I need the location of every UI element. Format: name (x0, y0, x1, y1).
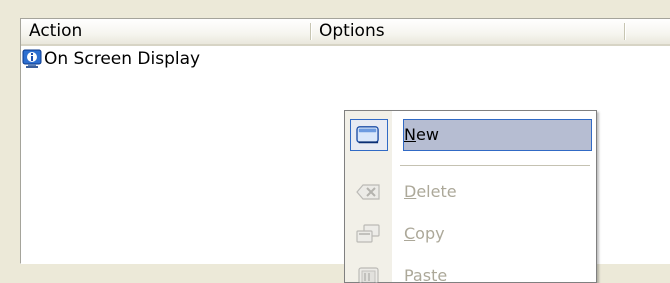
menu-item-delete[interactable]: Delete (348, 174, 593, 210)
menu-item-copy-label-rest: opy (415, 224, 445, 243)
menu-item-paste-label-rest: Paste (404, 266, 448, 283)
screen: Action Options On Screen Display New Del… (0, 0, 670, 283)
column-header-action[interactable]: Action (21, 19, 311, 44)
column-header-options-label: Options (319, 21, 385, 41)
delete-icon (356, 184, 380, 200)
menu-item-copy-accel: C (404, 224, 416, 243)
menu-item-paste-label: Paste (404, 258, 447, 283)
column-header-filler[interactable] (625, 19, 670, 44)
menu-item-new-accel: N (404, 125, 416, 144)
menu-item-paste[interactable]: Paste (348, 258, 593, 283)
column-header-action-label: Action (29, 21, 83, 41)
copy-icon (356, 224, 380, 243)
menu-item-copy-label: Copy (404, 216, 445, 252)
paste-icon (358, 267, 379, 283)
list-item-label: On Screen Display (44, 49, 201, 69)
column-header-options[interactable]: Options (311, 19, 625, 44)
menu-item-delete-label-rest: elete (416, 182, 457, 201)
menu-item-copy[interactable]: Copy (348, 216, 593, 252)
monitor-info-icon (22, 49, 42, 68)
menu-item-delete-accel: D (404, 182, 417, 201)
menu-item-delete-label: Delete (404, 174, 457, 210)
menu-item-new-label: New (404, 117, 439, 153)
context-menu: New Delete Copy Paste (344, 110, 597, 283)
list-header: Action Options (21, 19, 670, 46)
new-window-icon (356, 126, 379, 144)
menu-item-new[interactable]: New (348, 117, 593, 153)
menu-item-new-label-rest: ew (415, 125, 439, 144)
menu-separator (400, 165, 590, 166)
list-item[interactable]: On Screen Display (22, 48, 200, 70)
